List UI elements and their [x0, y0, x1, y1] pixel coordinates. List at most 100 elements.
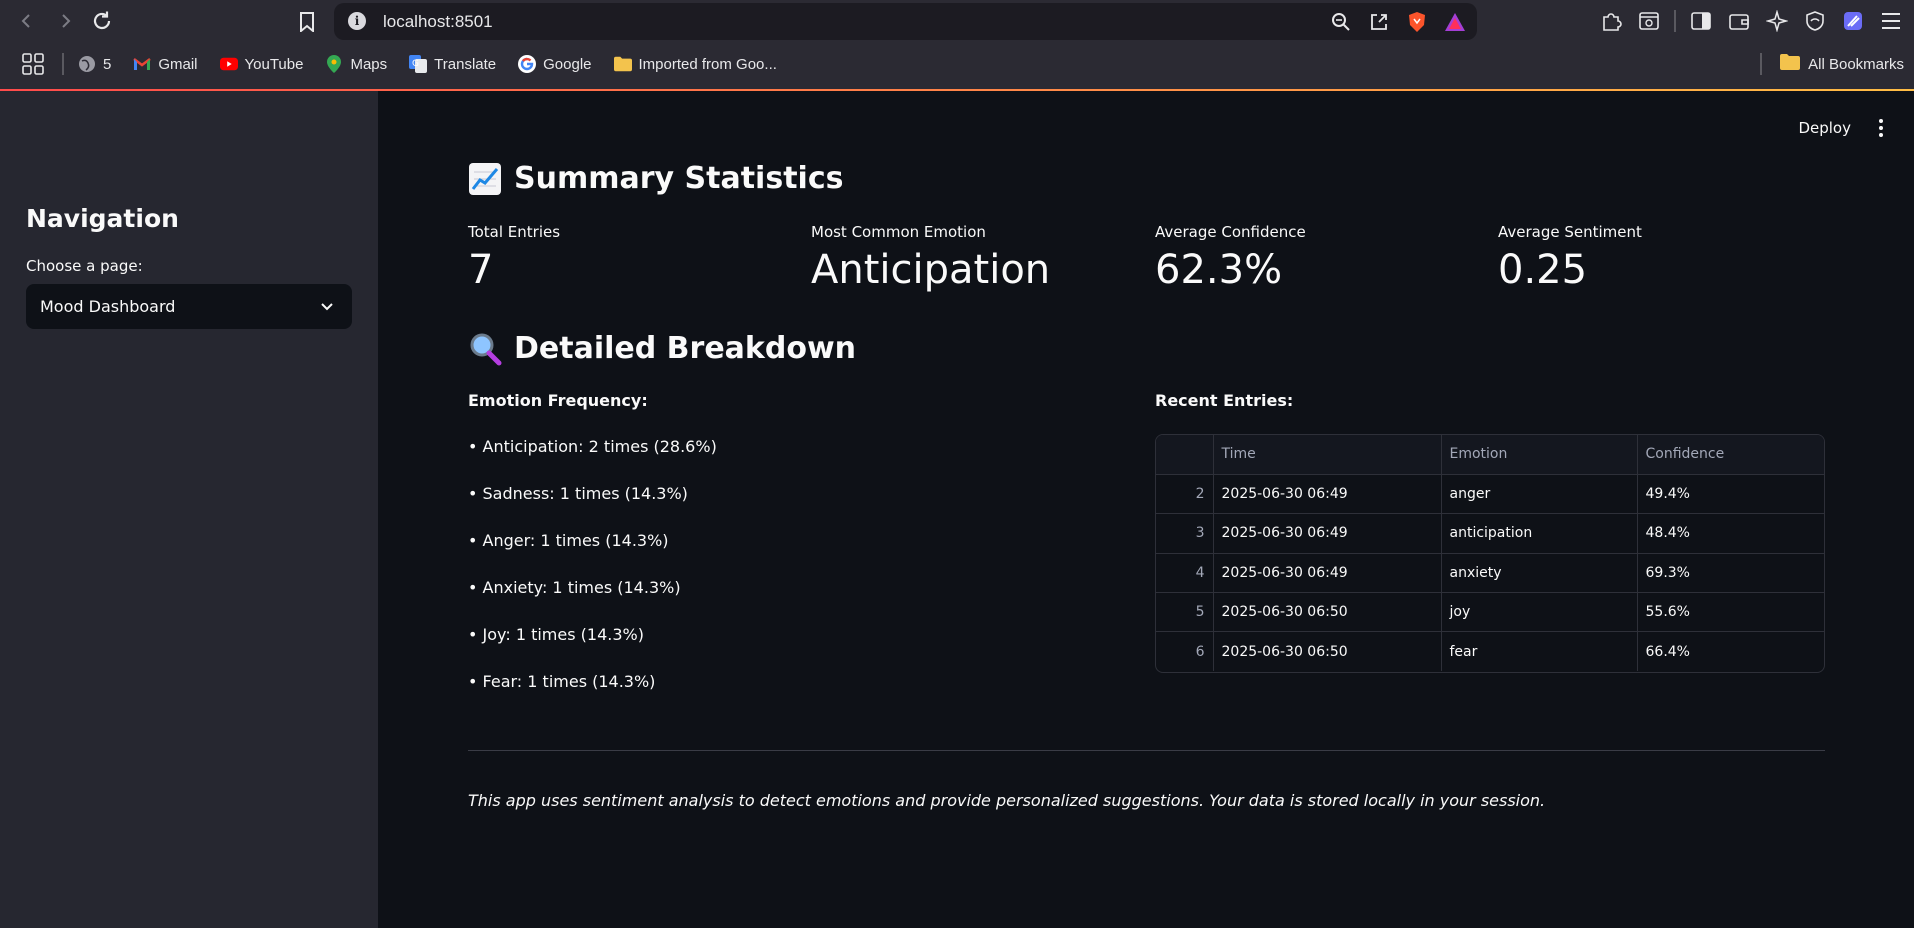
address-bar[interactable]: i localhost:8501: [334, 3, 1477, 40]
table-row: 3 2025-06-30 06:49 anticipation 48.4%: [1156, 513, 1824, 554]
toolbar-separator: [1674, 10, 1676, 32]
chart-increasing-icon: [469, 162, 501, 195]
extensions-icon[interactable]: [1598, 8, 1624, 34]
row-index[interactable]: 3: [1156, 513, 1214, 554]
cell-confidence[interactable]: 55.6%: [1637, 592, 1824, 633]
svg-text:G: G: [412, 59, 419, 69]
cell-time[interactable]: 2025-06-30 06:50: [1213, 592, 1442, 633]
cell-emotion[interactable]: anger: [1441, 474, 1638, 515]
metric-label: Average Sentiment: [1498, 223, 1642, 241]
globe-icon: [78, 55, 96, 73]
breakdown-heading: Detailed Breakdown: [468, 331, 856, 366]
url-text[interactable]: localhost:8501: [383, 12, 493, 32]
brave-shields-icon[interactable]: [1405, 10, 1429, 34]
deploy-button[interactable]: Deploy: [1798, 119, 1851, 137]
bookmark-youtube[interactable]: YouTube: [219, 55, 304, 73]
cell-emotion[interactable]: joy: [1441, 592, 1638, 633]
wallet-icon[interactable]: [1726, 8, 1752, 34]
cell-emotion[interactable]: anxiety: [1441, 553, 1638, 594]
row-index[interactable]: 2: [1156, 474, 1214, 515]
metric-value: 62.3%: [1155, 247, 1283, 293]
reload-icon: [93, 11, 111, 30]
back-button[interactable]: [14, 8, 40, 34]
recent-entries-title: Recent Entries:: [1155, 391, 1294, 410]
bookmark-label: Imported from Goo...: [638, 55, 777, 73]
main-content: Deploy Summary Statistics Total Entries …: [378, 91, 1914, 928]
cell-confidence[interactable]: 69.3%: [1637, 553, 1824, 594]
list-item: • Joy: 1 times (14.3%): [468, 625, 644, 644]
row-index[interactable]: 4: [1156, 553, 1214, 594]
bookmarks-separator: [1760, 53, 1763, 75]
cell-time[interactable]: 2025-06-30 06:49: [1213, 513, 1442, 554]
bookmark-gmail[interactable]: Gmail: [133, 55, 198, 73]
forward-button[interactable]: [52, 8, 78, 34]
reader-icon[interactable]: [1636, 8, 1662, 34]
reload-button[interactable]: [89, 8, 115, 34]
sidebar: Navigation Choose a page: Mood Dashboard: [0, 91, 378, 928]
metric-value: 7: [468, 247, 494, 293]
metric-value: 0.25: [1498, 247, 1588, 293]
brave-rewards-icon[interactable]: [1443, 10, 1467, 34]
metric-total-entries: Total Entries 7: [468, 223, 798, 293]
sidebar-title: Navigation: [26, 204, 179, 233]
cell-emotion[interactable]: anticipation: [1441, 513, 1638, 554]
back-arrow-icon: [21, 14, 30, 28]
cell-confidence[interactable]: 48.4%: [1637, 513, 1824, 554]
bookmark-label: 5: [103, 55, 112, 73]
page-select-value: Mood Dashboard: [40, 297, 176, 316]
extension-pen-icon[interactable]: [1840, 8, 1866, 34]
translate-icon: G: [409, 55, 428, 73]
cell-time[interactable]: 2025-06-30 06:49: [1213, 553, 1442, 594]
cell-confidence[interactable]: 66.4%: [1637, 632, 1824, 671]
column-header-index[interactable]: [1156, 435, 1214, 475]
forward-arrow-icon: [62, 14, 71, 28]
cell-confidence[interactable]: 49.4%: [1637, 474, 1824, 515]
list-item: • Anticipation: 2 times (28.6%): [468, 437, 717, 456]
metric-most-common-emotion: Most Common Emotion Anticipation: [811, 223, 1141, 293]
cell-emotion[interactable]: fear: [1441, 631, 1638, 672]
sidebar-toggle-icon[interactable]: [1688, 8, 1714, 34]
magnifying-glass-icon: [470, 333, 502, 365]
leo-ai-icon[interactable]: [1764, 8, 1790, 34]
vpn-icon[interactable]: [1802, 8, 1828, 34]
cell-time[interactable]: 2025-06-30 06:49: [1213, 474, 1442, 515]
list-item: • Anger: 1 times (14.3%): [468, 531, 669, 550]
main-menu-kebab-icon[interactable]: [1878, 119, 1884, 137]
summary-title: Summary Statistics: [514, 161, 844, 196]
list-item: • Fear: 1 times (14.3%): [468, 672, 656, 691]
bookmark-page-button[interactable]: [294, 9, 320, 35]
bookmark-icon: [300, 12, 314, 32]
chevron-down-icon: [321, 303, 333, 311]
bookmark-google[interactable]: Google: [518, 55, 592, 73]
bookmark-imported-folder[interactable]: Imported from Goo...: [613, 55, 777, 73]
maps-icon: [325, 55, 343, 73]
recent-entries-table[interactable]: Time Emotion Confidence 2 2025-06-30 06:…: [1155, 434, 1825, 673]
metric-label: Most Common Emotion: [811, 223, 986, 241]
page-select-label: Choose a page:: [26, 257, 143, 275]
bookmark-maps[interactable]: Maps: [325, 55, 387, 73]
breakdown-title: Detailed Breakdown: [514, 331, 857, 366]
bookmark-translate[interactable]: G Translate: [409, 55, 496, 73]
youtube-icon: [219, 55, 238, 73]
metric-label: Average Confidence: [1155, 223, 1306, 241]
site-info-icon[interactable]: i: [348, 12, 366, 30]
row-index[interactable]: 5: [1156, 592, 1214, 633]
all-bookmarks[interactable]: All Bookmarks: [1760, 53, 1904, 75]
column-header-confidence[interactable]: Confidence: [1637, 435, 1824, 475]
table-header-row: Time Emotion Confidence: [1156, 435, 1824, 475]
gmail-icon: [133, 55, 152, 73]
apps-grid-icon[interactable]: [22, 53, 44, 75]
column-header-emotion[interactable]: Emotion: [1441, 435, 1638, 475]
column-header-time[interactable]: Time: [1213, 435, 1442, 475]
bookmark-label: YouTube: [244, 55, 304, 73]
metric-value: Anticipation: [811, 247, 1051, 293]
share-icon[interactable]: [1367, 10, 1391, 34]
bookmark-5[interactable]: 5: [78, 55, 111, 73]
menu-icon[interactable]: [1878, 8, 1904, 34]
cell-time[interactable]: 2025-06-30 06:50: [1213, 631, 1442, 672]
page-select[interactable]: Mood Dashboard: [26, 284, 352, 329]
emotion-frequency-title: Emotion Frequency:: [468, 391, 648, 410]
row-index[interactable]: 6: [1156, 631, 1214, 672]
zoom-icon[interactable]: [1329, 10, 1353, 34]
metric-label: Total Entries: [468, 223, 561, 241]
